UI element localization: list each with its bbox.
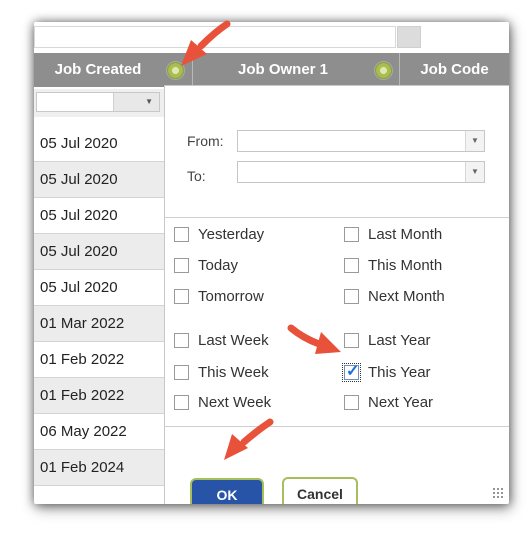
checkbox[interactable] <box>344 258 359 273</box>
option-this-week[interactable]: This Week <box>174 364 324 384</box>
resize-grip-icon[interactable] <box>492 487 504 499</box>
option-label: This Month <box>368 257 443 274</box>
pointer-arrow-icon <box>224 418 274 460</box>
column-filter-row: ▼ <box>34 89 164 117</box>
date-filter-popup: From: ▼ To: ▼ Yesterday Today Tomorrow L… <box>164 85 509 504</box>
header-job-code[interactable]: Job Code <box>400 53 509 87</box>
gear-icon[interactable] <box>375 62 392 79</box>
option-next-year[interactable]: Next Year <box>344 394 494 414</box>
divider <box>165 217 509 218</box>
checkbox[interactable] <box>174 365 189 380</box>
option-label: Next Year <box>368 394 434 411</box>
checkbox[interactable] <box>174 227 189 242</box>
dropdown-arrow-icon[interactable]: ▼ <box>113 93 159 111</box>
option-next-month[interactable]: Next Month <box>344 288 494 308</box>
table-row[interactable]: 05 Jul 2020 <box>34 234 164 270</box>
table-row[interactable]: 05 Jul 2020 <box>34 198 164 234</box>
option-label: This Year <box>368 364 431 381</box>
option-yesterday[interactable]: Yesterday <box>174 226 324 246</box>
table-row[interactable]: 01 Feb 2022 <box>34 378 164 414</box>
ok-button[interactable]: OK <box>190 478 264 504</box>
option-tomorrow[interactable]: Tomorrow <box>174 288 324 308</box>
option-label: This Week <box>198 364 269 381</box>
pointer-arrow-icon <box>181 20 231 66</box>
table-row[interactable]: 01 Feb 2024 <box>34 450 164 486</box>
checkbox[interactable] <box>174 333 189 348</box>
table-row[interactable]: 01 Mar 2022 <box>34 306 164 342</box>
table-row[interactable]: 05 Jul 2020 <box>34 270 164 306</box>
option-label: Next Week <box>198 394 272 411</box>
to-label: To: <box>187 168 206 184</box>
option-label: Last Week <box>198 332 269 349</box>
option-today[interactable]: Today <box>174 257 324 277</box>
option-label: Next Month <box>368 288 445 305</box>
option-this-year[interactable]: ✓ This Year <box>342 363 494 384</box>
toolbar <box>34 22 509 52</box>
option-label: Last Year <box>368 332 431 349</box>
column-header-row: Job Created Job Owner 1 Job Code <box>34 53 509 87</box>
option-last-month[interactable]: Last Month <box>344 226 494 246</box>
checkbox[interactable] <box>344 227 359 242</box>
table-row[interactable]: 06 May 2022 <box>34 414 164 450</box>
table-row[interactable]: 01 Feb 2022 <box>34 342 164 378</box>
data-rows: 05 Jul 2020 05 Jul 2020 05 Jul 2020 05 J… <box>34 126 164 486</box>
toolbar-button[interactable] <box>397 26 421 48</box>
checkbox[interactable] <box>174 258 189 273</box>
divider <box>165 426 509 427</box>
pointer-arrow-icon <box>287 324 341 354</box>
option-label: Tomorrow <box>198 288 264 305</box>
option-label: Today <box>198 257 239 274</box>
dropdown-arrow-icon[interactable]: ▼ <box>465 131 484 151</box>
dropdown-arrow-icon[interactable]: ▼ <box>465 162 484 182</box>
from-date-select[interactable]: ▼ <box>237 130 485 152</box>
checkbox[interactable] <box>344 333 359 348</box>
to-date-select[interactable]: ▼ <box>237 161 485 183</box>
checkbox[interactable] <box>344 289 359 304</box>
table-row[interactable]: 05 Jul 2020 <box>34 126 164 162</box>
header-job-created[interactable]: Job Created <box>34 53 162 87</box>
checkbox[interactable] <box>344 395 359 410</box>
checkbox[interactable] <box>174 395 189 410</box>
table-row[interactable]: 05 Jul 2020 <box>34 162 164 198</box>
checkbox[interactable] <box>174 289 189 304</box>
cancel-button[interactable]: Cancel <box>282 477 358 504</box>
option-next-week[interactable]: Next Week <box>174 394 324 414</box>
checkbox-checked[interactable]: ✓ <box>342 363 361 382</box>
from-label: From: <box>187 133 224 149</box>
option-label: Yesterday <box>198 226 265 243</box>
checkmark-icon: ✓ <box>346 363 360 380</box>
option-this-month[interactable]: This Month <box>344 257 494 277</box>
option-last-year[interactable]: Last Year <box>344 332 494 352</box>
option-label: Last Month <box>368 226 443 243</box>
column-filter-select[interactable]: ▼ <box>36 92 160 112</box>
